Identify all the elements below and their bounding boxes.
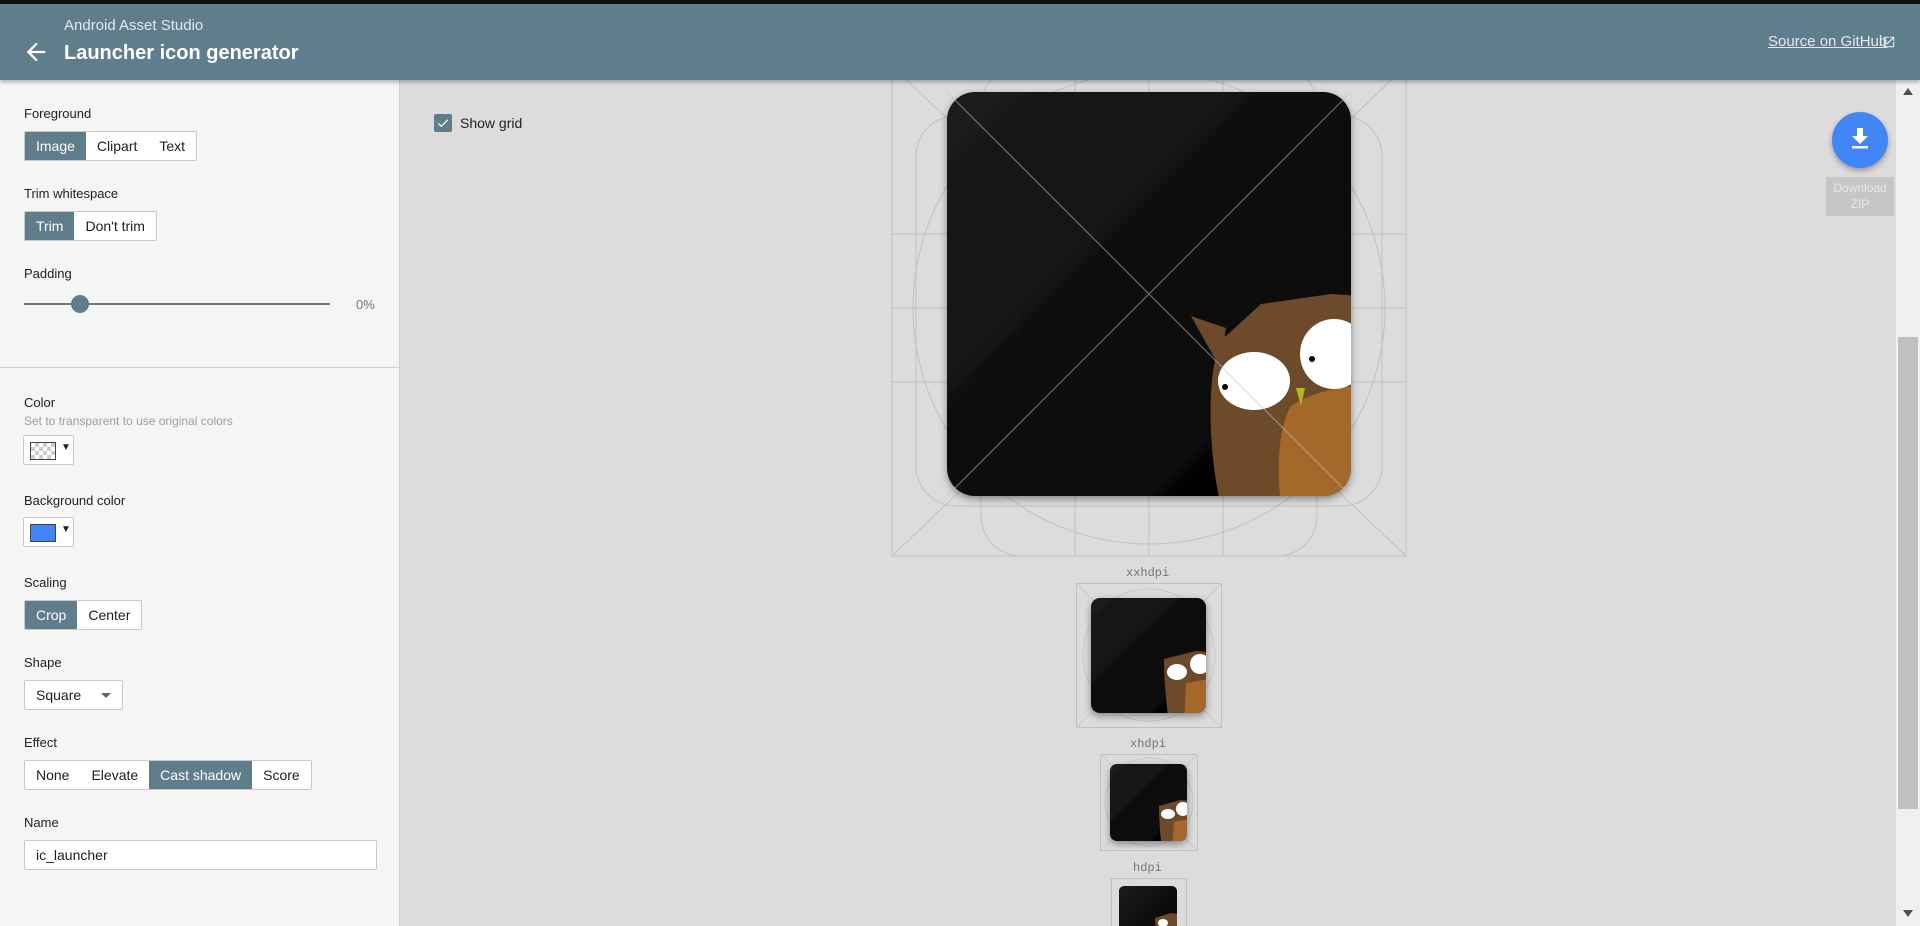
hdpi-icon-preview	[1111, 878, 1187, 926]
background-color-label: Background color	[24, 493, 126, 508]
large-icon-preview	[891, 80, 1407, 557]
download-zip-button[interactable]	[1832, 112, 1888, 168]
dropdown-arrow-icon: ▼	[61, 442, 71, 453]
trim-toggle: Trim Don't trim	[24, 211, 157, 241]
trim-label: Trim whitespace	[24, 186, 119, 201]
download-label-line1: Download	[1833, 181, 1887, 195]
xhdpi-icon-preview	[1100, 754, 1198, 851]
foreground-option-text[interactable]: Text	[148, 132, 196, 160]
shape-label: Shape	[24, 655, 62, 670]
options-sidebar: Foreground Image Clipart Text Trim white…	[0, 80, 400, 926]
download-icon	[1852, 128, 1868, 149]
foreground-option-image[interactable]: Image	[25, 132, 86, 160]
trim-option-trim[interactable]: Trim	[25, 212, 75, 240]
preview-area: Show grid xxhdpi xhdpi hdpi	[401, 80, 1896, 926]
page-title: Launcher icon generator	[64, 42, 299, 64]
download-label-line2: ZIP	[1850, 197, 1870, 211]
scaling-label: Scaling	[24, 575, 67, 590]
app-header: Android Asset Studio Launcher icon gener…	[0, 4, 1920, 80]
effect-option-elevate[interactable]: Elevate	[80, 761, 149, 789]
trim-option-dont-trim[interactable]: Don't trim	[74, 212, 155, 240]
scroll-up-arrow-icon[interactable]	[1903, 88, 1913, 95]
chevron-down-icon	[101, 693, 111, 698]
name-input[interactable]	[24, 840, 377, 870]
foreground-option-clipart[interactable]: Clipart	[86, 132, 148, 160]
blue-swatch	[30, 524, 56, 542]
scaling-option-center[interactable]: Center	[77, 601, 141, 629]
density-label-hdpi: hdpi	[1133, 861, 1162, 875]
dropdown-arrow-icon: ▼	[61, 524, 71, 535]
background-color-picker-button[interactable]: ▼	[23, 517, 74, 547]
name-label: Name	[24, 815, 59, 830]
show-grid-checkbox[interactable]: Show grid	[434, 114, 522, 132]
padding-value: 0%	[356, 297, 375, 312]
shape-select[interactable]: Square	[24, 680, 123, 710]
effect-option-none[interactable]: None	[25, 761, 80, 789]
shape-select-value: Square	[36, 687, 82, 703]
padding-label: Padding	[24, 266, 72, 281]
section-divider	[0, 367, 400, 368]
padding-slider-track[interactable]	[24, 303, 330, 305]
transparent-swatch	[30, 442, 56, 460]
xxhdpi-icon-preview	[1076, 583, 1222, 728]
padding-slider-thumb[interactable]	[71, 295, 89, 313]
density-label-xhdpi: xhdpi	[1130, 737, 1167, 751]
effect-label: Effect	[24, 735, 58, 750]
check-icon[interactable]	[434, 114, 452, 132]
density-label-xxhdpi: xxhdpi	[1126, 566, 1170, 580]
scroll-down-arrow-icon[interactable]	[1903, 910, 1913, 917]
github-link[interactable]: Source on GitHub	[1768, 33, 1887, 50]
effect-option-cast-shadow[interactable]: Cast shadow	[149, 761, 253, 789]
scrollbar-thumb[interactable]	[1898, 337, 1918, 809]
open-in-new-icon[interactable]	[1882, 35, 1896, 49]
show-grid-label: Show grid	[460, 115, 523, 131]
color-help-text: Set to transparent to use original color…	[24, 414, 233, 428]
download-zip-label: Download ZIP	[1826, 177, 1894, 216]
foreground-label: Foreground	[24, 106, 92, 121]
scaling-option-crop[interactable]: Crop	[25, 601, 78, 629]
color-picker-button[interactable]: ▼	[23, 435, 74, 465]
effect-toggle: None Elevate Cast shadow Score	[24, 760, 312, 790]
color-label: Color	[24, 395, 56, 410]
arrow-back-icon[interactable]	[22, 38, 50, 66]
owl-icon	[1191, 294, 1351, 496]
foreground-toggle: Image Clipart Text	[24, 131, 198, 161]
scaling-toggle: Crop Center	[24, 600, 143, 630]
effect-option-score[interactable]: Score	[252, 761, 311, 789]
app-name: Android Asset Studio	[64, 17, 204, 34]
